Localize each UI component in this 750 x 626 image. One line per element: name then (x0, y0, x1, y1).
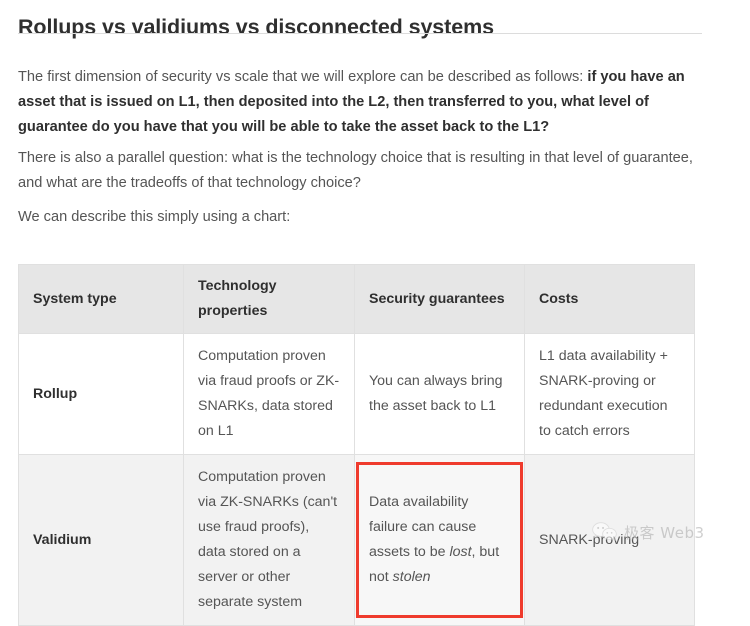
cell-security-guarantees: You can always bring the asset back to L… (354, 333, 525, 455)
column-header-security-guarantees: Security guarantees (354, 264, 525, 334)
cell-technology-properties: Computation proven via fraud proofs or Z… (183, 333, 355, 455)
wechat-icon (592, 521, 618, 543)
cell-security-guarantees-text: Data availability failure can cause asse… (369, 494, 500, 585)
paragraph-intro: The first dimension of security vs scale… (18, 68, 685, 135)
cell-system-type: Rollup (18, 333, 184, 455)
cell-system-type: Validium (18, 454, 184, 626)
paragraph-chart-lead-in: We can describe this simply using a char… (18, 208, 291, 225)
paragraph-parallel-question: There is also a parallel question: what … (18, 149, 693, 191)
cell-security-guarantees-highlighted: Data availability failure can cause asse… (354, 454, 525, 626)
title-divider (18, 33, 702, 34)
column-header-technology-properties: Technology properties (183, 264, 355, 334)
red-highlight-box (356, 462, 523, 618)
watermark: 极客 Web3 (592, 521, 705, 543)
cell-technology-properties: Computation proven via ZK-SNARKs (can't … (183, 454, 355, 626)
watermark-label: 极客 Web3 (624, 523, 705, 542)
table-row: Rollup Computation proven via fraud proo… (18, 333, 695, 455)
cell-costs: L1 data availability + SNARK-proving or … (524, 333, 695, 455)
article-page: Rollups vs validiums vs disconnected sys… (0, 0, 750, 626)
comparison-table: System type Technology properties Securi… (18, 264, 695, 626)
page-title: Rollups vs validiums vs disconnected sys… (18, 15, 494, 40)
column-header-costs: Costs (524, 264, 695, 334)
table-header-row: System type Technology properties Securi… (18, 264, 695, 334)
column-header-system-type: System type (18, 264, 184, 334)
